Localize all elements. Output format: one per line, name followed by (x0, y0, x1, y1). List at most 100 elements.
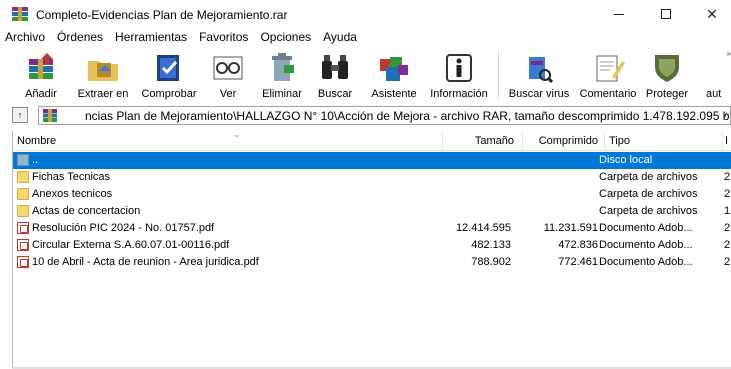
info-icon (446, 54, 472, 82)
binoculars-icon (322, 55, 348, 79)
menu-herramientas[interactable]: Herramientas (115, 28, 187, 46)
extract-label: Extraer en (77, 88, 129, 100)
item-modified: 2 (724, 188, 731, 200)
wizard-label: Asistente (371, 88, 417, 100)
view-icon (213, 56, 243, 80)
item-name: Circular Externa S.A.60.07.01-00116.pdf (32, 239, 230, 251)
close-icon: ✕ (706, 5, 718, 22)
item-type: Carpeta de archivos (599, 171, 698, 183)
list-item[interactable]: Circular Externa S.A.60.07.01-00116.pdf … (13, 237, 731, 254)
item-name: .. (32, 154, 39, 166)
title-bar: Completo-Evidencias Plan de Mejoramiento… (0, 0, 731, 28)
item-name: 10 de Abril - Acta de reunion - Area jur… (32, 256, 259, 268)
test-icon (157, 55, 179, 81)
minimize-icon (614, 13, 624, 15)
folder-icon (17, 205, 29, 217)
list-item[interactable]: Fichas Tecnicas Carpeta de archivos 2 (13, 169, 731, 186)
menu-archivo[interactable]: Archivo (5, 28, 45, 46)
add-button[interactable]: Añadir (16, 47, 66, 105)
toolbar-separator (498, 51, 499, 99)
delete-button[interactable]: Eliminar (258, 47, 306, 105)
item-modified: 1 (724, 205, 731, 217)
test-button[interactable]: Comprobar (138, 47, 200, 105)
view-label: Ver (219, 88, 237, 100)
list-item[interactable]: .. Disco local (13, 152, 731, 169)
delete-icon (272, 53, 294, 81)
column-header: Nombre ⌄ Tamaño Comprimido Tipo I (13, 129, 731, 151)
item-size: 788.902 (471, 256, 511, 268)
item-compressed: 11.231.591 (543, 222, 598, 234)
books-add-icon (29, 53, 53, 79)
up-arrow-icon: ↑ (17, 110, 23, 120)
test-label: Comprobar (141, 88, 197, 100)
add-label: Añadir (25, 88, 57, 100)
file-list: Nombre ⌄ Tamaño Comprimido Tipo I .. Dis… (12, 129, 731, 367)
minimize-button[interactable] (596, 0, 642, 28)
virus-scan-button[interactable]: Buscar virus (506, 47, 572, 105)
item-type: Carpeta de archivos (599, 205, 698, 217)
item-modified: 2 (724, 222, 731, 234)
column-size[interactable]: Tamaño (443, 131, 523, 151)
comment-icon (596, 55, 625, 82)
virus-scan-label: Buscar virus (508, 88, 570, 100)
up-folder-button[interactable]: ↑ (12, 107, 28, 123)
column-modified[interactable]: I (725, 131, 731, 151)
item-compressed: 472.836 (558, 239, 598, 251)
path-field[interactable]: ncias Plan de Mejoramiento\HALLAZGO N° 1… (38, 106, 731, 125)
item-name: Fichas Tecnicas (32, 171, 111, 183)
column-type[interactable]: Tipo (605, 131, 723, 151)
comment-button[interactable]: Comentario (576, 47, 640, 105)
column-name[interactable]: Nombre (13, 131, 443, 151)
wizard-button[interactable]: Asistente (366, 47, 422, 105)
chevron-down-icon[interactable]: ∨ (722, 110, 728, 119)
menu-favoritos[interactable]: Favoritos (199, 28, 248, 46)
item-modified: 2 (724, 256, 731, 268)
delete-label: Eliminar (262, 88, 302, 100)
menu-opciones[interactable]: Opciones (260, 28, 311, 46)
close-button[interactable]: ✕ (689, 0, 731, 28)
toolbar-overflow-icon[interactable]: » (727, 49, 731, 58)
comment-label: Comentario (579, 88, 637, 100)
item-modified: 2 (724, 239, 731, 251)
toolbar: Añadir Extraer en Comprobar Ver Eliminar… (0, 47, 731, 105)
protect-label: Proteger (645, 88, 689, 100)
list-item[interactable]: 10 de Abril - Acta de reunion - Area jur… (13, 254, 731, 271)
menu-ayuda[interactable]: Ayuda (323, 28, 357, 46)
column-compressed[interactable]: Comprimido (523, 131, 605, 151)
sort-caret-icon: ⌄ (233, 129, 241, 139)
list-item[interactable]: Anexos tecnicos Carpeta de archivos 2 (13, 186, 731, 203)
archive-icon (43, 109, 57, 122)
winrar-app-icon (12, 7, 28, 21)
maximize-button[interactable] (643, 0, 689, 28)
folder-extract-icon (88, 61, 118, 81)
pdf-icon (17, 256, 29, 268)
item-name: Actas de concertacion (32, 205, 141, 217)
find-button[interactable]: Buscar (314, 47, 356, 105)
shield-icon (655, 55, 679, 82)
extract-button[interactable]: Extraer en (74, 47, 132, 105)
pdf-icon (17, 239, 29, 251)
parent-folder-icon (17, 154, 29, 166)
pdf-icon (17, 222, 29, 234)
item-type: Documento Adob... (599, 222, 693, 234)
menu-ordenes[interactable]: Órdenes (57, 28, 103, 46)
item-size: 482.133 (471, 239, 511, 251)
view-button[interactable]: Ver (210, 47, 246, 105)
maximize-icon (661, 9, 671, 19)
item-compressed: 772.461 (558, 256, 598, 268)
protect-button[interactable]: Proteger (642, 47, 692, 105)
address-bar: ↑ ncias Plan de Mejoramiento\HALLAZGO N°… (0, 105, 731, 125)
list-item[interactable]: Actas de concertacion Carpeta de archivo… (13, 203, 731, 220)
list-item[interactable]: Resolución PIC 2024 - No. 01757.pdf 12.4… (13, 220, 731, 237)
info-label: Información (430, 88, 488, 100)
item-type: Disco local (599, 154, 653, 166)
item-name: Anexos tecnicos (32, 188, 113, 200)
info-button[interactable]: Información (426, 47, 492, 105)
item-type: Carpeta de archivos (599, 188, 698, 200)
window-title: Completo-Evidencias Plan de Mejoramiento… (36, 8, 288, 22)
wizard-icon (380, 57, 408, 81)
item-size: 12.414.595 (455, 222, 511, 234)
folder-icon (17, 171, 29, 183)
folder-icon (17, 188, 29, 200)
path-text: ncias Plan de Mejoramiento\HALLAZGO N° 1… (85, 109, 731, 123)
